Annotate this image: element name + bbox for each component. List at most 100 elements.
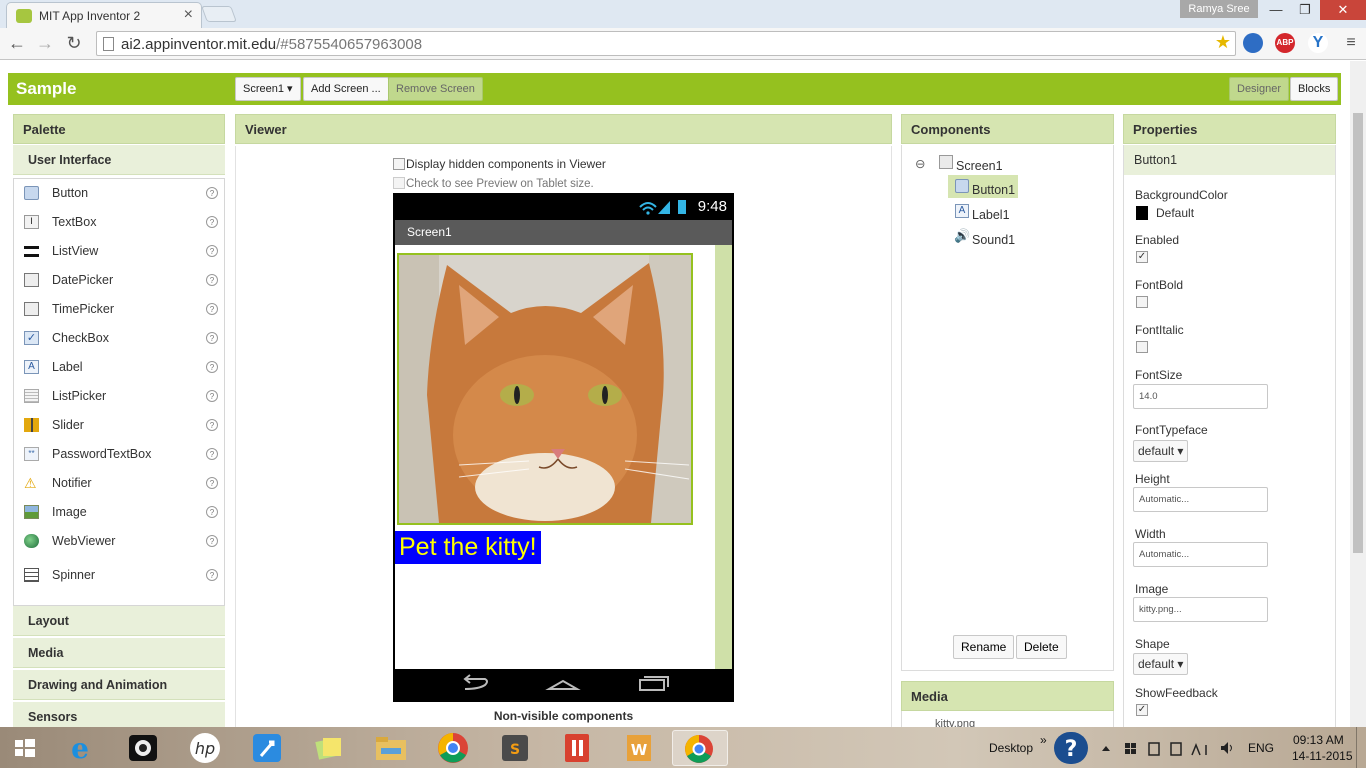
palette-item-button[interactable]: Button ? [14, 180, 224, 209]
page-scrollbar-thumb[interactable] [1353, 113, 1363, 553]
palette-category-layout[interactable]: Layout [13, 606, 225, 636]
help-icon[interactable]: ? [206, 448, 218, 460]
back-icon[interactable]: ← [6, 32, 28, 54]
help-icon[interactable]: ? [206, 303, 218, 315]
help-icon[interactable]: ? [206, 535, 218, 547]
word-icon[interactable]: W [619, 730, 659, 766]
tree-item-label1[interactable]: Label1 [972, 208, 1010, 222]
browser-tab[interactable]: MIT App Inventor 2 × [6, 2, 202, 28]
adblock-plus-icon[interactable]: ABP [1275, 33, 1295, 53]
palette-item-label[interactable]: A Label ? [14, 354, 224, 383]
sublime-icon[interactable]: S [495, 730, 535, 766]
tab-close-icon[interactable]: × [184, 6, 193, 24]
help-icon[interactable]: ? [206, 361, 218, 373]
height-input[interactable]: Automatic... [1133, 487, 1268, 512]
palette-item-checkbox[interactable]: ✓ CheckBox ? [14, 325, 224, 354]
collapse-icon[interactable]: ⊖ [915, 156, 925, 171]
windows-start-icon[interactable] [4, 730, 44, 766]
minimize-icon[interactable]: — [1262, 0, 1290, 20]
tray-icons[interactable] [1100, 741, 1212, 757]
new-tab-button[interactable] [201, 6, 237, 22]
showfeedback-checkbox[interactable]: ✓ [1136, 704, 1148, 716]
palette-item-timepicker[interactable]: TimePicker ? [14, 296, 224, 325]
sticky-notes-icon[interactable] [309, 730, 349, 766]
bookmark-star-icon[interactable]: ★ [1215, 32, 1231, 53]
palette-item-slider[interactable]: Slider ? [14, 412, 224, 441]
chrome-icon[interactable] [433, 730, 473, 766]
rocket-app-icon[interactable] [247, 730, 287, 766]
file-explorer-icon[interactable] [371, 730, 411, 766]
help-icon[interactable]: ? [206, 419, 218, 431]
media-file-kitty[interactable]: kitty.png [935, 718, 975, 727]
restore-icon[interactable]: ❐ [1291, 0, 1319, 20]
help-icon[interactable]: ? [206, 216, 218, 228]
palette-item-webviewer[interactable]: WebViewer ? [14, 528, 224, 557]
fontsize-input[interactable]: 14.0 [1133, 384, 1268, 409]
webcam-app-icon[interactable] [123, 730, 163, 766]
help-icon[interactable]: ? [206, 477, 218, 489]
button1-kitty-image[interactable] [397, 253, 693, 525]
volume-icon[interactable] [1220, 741, 1234, 755]
profile-button[interactable]: Ramya Sree [1180, 0, 1258, 18]
palette-category-user-interface[interactable]: User Interface [13, 145, 225, 175]
tree-item-sound1[interactable]: Sound1 [972, 233, 1015, 247]
fontitalic-checkbox[interactable] [1136, 341, 1148, 353]
hp-icon[interactable]: hp [185, 730, 225, 766]
url-bar[interactable]: ai2.appinventor.mit.edu/#587554065796300… [96, 31, 1236, 56]
help-icon[interactable]: ? [206, 245, 218, 257]
globe-extension-icon[interactable] [1243, 33, 1263, 53]
menu-icon[interactable]: ≡ [1340, 32, 1362, 54]
window-close-icon[interactable]: ✕ [1320, 0, 1366, 20]
forward-icon[interactable]: → [34, 32, 56, 54]
palette-item-listview[interactable]: ListView ? [14, 238, 224, 267]
delete-button[interactable]: Delete [1016, 635, 1067, 659]
help-icon[interactable]: ? [206, 506, 218, 518]
fonttypeface-select[interactable]: default ▾ [1133, 440, 1189, 462]
clock-time[interactable]: 09:13 AM [1293, 733, 1344, 747]
remove-screen-button[interactable]: Remove Screen [388, 77, 483, 101]
background-color-swatch[interactable] [1136, 206, 1148, 220]
office-tool-icon[interactable] [557, 730, 597, 766]
language-indicator[interactable]: ENG [1248, 741, 1274, 755]
image-input[interactable]: kitty.png... [1133, 597, 1268, 622]
page-scrollbar[interactable] [1350, 61, 1366, 727]
desktop-toolbar-label[interactable]: Desktop [989, 741, 1033, 755]
help-icon[interactable]: ? [206, 187, 218, 199]
palette-item-spinner[interactable]: Spinner ? [14, 562, 224, 591]
tree-item-button1[interactable]: Button1 [972, 183, 1015, 197]
help-icon[interactable]: ? [206, 332, 218, 344]
y-extension-icon[interactable]: Y [1308, 33, 1328, 53]
tree-item-screen1[interactable]: Screen1 [956, 159, 1003, 173]
show-desktop-button[interactable] [1356, 727, 1366, 768]
palette-item-textbox[interactable]: I TextBox ? [14, 209, 224, 238]
palette-category-drawing-animation[interactable]: Drawing and Animation [13, 670, 225, 700]
tablet-preview-checkbox[interactable] [393, 177, 405, 189]
rename-button[interactable]: Rename [953, 635, 1015, 659]
shape-select[interactable]: default ▾ [1133, 653, 1189, 675]
palette-item-passwordtextbox[interactable]: ** PasswordTextBox ? [14, 441, 224, 470]
help-icon[interactable]: ? [206, 569, 218, 581]
clock-date[interactable]: 14-11-2015 [1292, 749, 1353, 763]
palette-item-notifier[interactable]: ⚠ Notifier ? [14, 470, 224, 499]
reload-icon[interactable]: ↻ [63, 32, 85, 54]
palette-category-media[interactable]: Media [13, 638, 225, 668]
hidden-components-checkbox[interactable] [393, 158, 405, 170]
help-icon[interactable]: ? [206, 390, 218, 402]
hidden-components-option[interactable]: Display hidden components in Viewer [393, 157, 606, 171]
palette-item-datepicker[interactable]: DatePicker ? [14, 267, 224, 296]
screen-select[interactable]: Screen1 ▾ [235, 77, 301, 101]
help-support-icon[interactable]: ? [1054, 732, 1088, 764]
help-icon[interactable]: ? [206, 274, 218, 286]
palette-item-listpicker[interactable]: ListPicker ? [14, 383, 224, 412]
internet-explorer-icon[interactable]: e [60, 730, 100, 766]
blocks-button[interactable]: Blocks [1290, 77, 1339, 101]
palette-category-sensors[interactable]: Sensors [13, 702, 225, 727]
add-screen-button[interactable]: Add Screen ... [303, 77, 389, 101]
palette-item-image[interactable]: Image ? [14, 499, 224, 528]
enabled-checkbox[interactable]: ✓ [1136, 251, 1148, 263]
fontbold-checkbox[interactable] [1136, 296, 1148, 308]
toolbar-chevron-icon[interactable]: » [1040, 733, 1047, 747]
prop-backgroundcolor-value[interactable]: Default [1156, 206, 1194, 220]
chrome-active-window-icon[interactable] [672, 730, 728, 766]
width-input[interactable]: Automatic... [1133, 542, 1268, 567]
